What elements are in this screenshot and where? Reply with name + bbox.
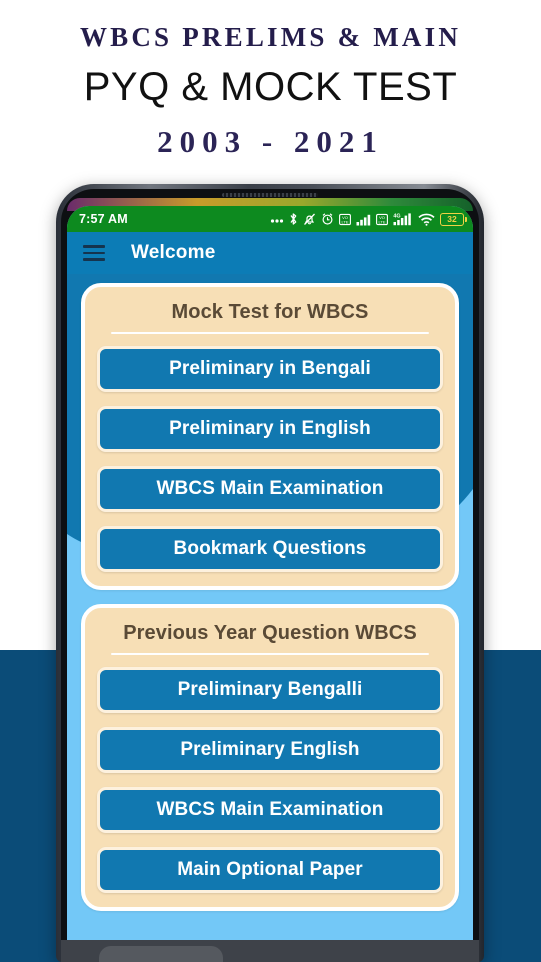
notifications-muted-icon [303, 212, 316, 226]
bluetooth-icon [289, 212, 298, 226]
phone-screen: Mock Test for WBCS Preliminary in Bengal… [67, 206, 473, 942]
app-content: Mock Test for WBCS Preliminary in Bengal… [67, 274, 473, 942]
button-preliminary-in-english[interactable]: Preliminary in English [97, 406, 443, 452]
phone-bottom-bezel [61, 940, 479, 962]
card-mock-test: Mock Test for WBCS Preliminary in Bengal… [81, 283, 459, 590]
more-dots-icon [270, 213, 284, 225]
button-pyq-wbcs-main-examination[interactable]: WBCS Main Examination [97, 787, 443, 833]
phone-mockup: Mock Test for WBCS Preliminary in Bengal… [56, 184, 484, 962]
card-title: Previous Year Question WBCS [123, 622, 417, 644]
svg-text:LTE: LTE [378, 219, 385, 224]
button-bookmark-questions[interactable]: Bookmark Questions [97, 526, 443, 572]
status-bar-icons: VO LTE VO LTE 4G 32 [270, 212, 467, 226]
signal-4g-sim2-icon: 4G [393, 212, 413, 226]
phone-bottom-notch [99, 946, 223, 962]
card-divider [111, 332, 429, 334]
battery-level-label: 32 [447, 213, 457, 224]
promo-header: WBCS PRELIMS & MAIN PYQ & MOCK TEST 2003… [0, 0, 541, 185]
button-preliminary-in-bengali[interactable]: Preliminary in Bengali [97, 346, 443, 392]
promo-year-range: 2003 - 2021 [157, 124, 384, 159]
button-wbcs-main-examination[interactable]: WBCS Main Examination [97, 466, 443, 512]
wifi-icon [418, 213, 435, 226]
card-divider [111, 653, 429, 655]
hamburger-menu-icon[interactable] [83, 245, 105, 261]
alarm-clock-icon [321, 212, 334, 226]
status-bar: 7:57 AM VO LTE VO LTE 4G 32 [67, 206, 473, 232]
promo-headline-secondary: PYQ & MOCK TEST [83, 65, 458, 109]
svg-text:LTE: LTE [341, 219, 348, 224]
button-preliminary-english[interactable]: Preliminary English [97, 727, 443, 773]
card-previous-year-question: Previous Year Question WBCS Preliminary … [81, 604, 459, 911]
button-main-optional-paper[interactable]: Main Optional Paper [97, 847, 443, 893]
app-screen-body: Mock Test for WBCS Preliminary in Bengal… [67, 274, 473, 942]
button-preliminary-bengalli[interactable]: Preliminary Bengalli [97, 667, 443, 713]
signal-sim1-icon [356, 213, 371, 226]
phone-speaker-grille-icon [222, 193, 318, 197]
volte-sim2-icon: VO LTE [376, 213, 388, 226]
card-title: Mock Test for WBCS [171, 301, 369, 323]
svg-text:4G: 4G [393, 214, 400, 220]
promo-headline-primary: WBCS PRELIMS & MAIN [79, 22, 462, 52]
volte-sim1-icon: VO LTE [339, 213, 351, 226]
app-bar-title: Welcome [131, 242, 216, 263]
battery-icon: 32 [440, 212, 467, 226]
app-bar: Welcome [67, 232, 473, 274]
status-bar-time: 7:57 AM [79, 212, 128, 226]
